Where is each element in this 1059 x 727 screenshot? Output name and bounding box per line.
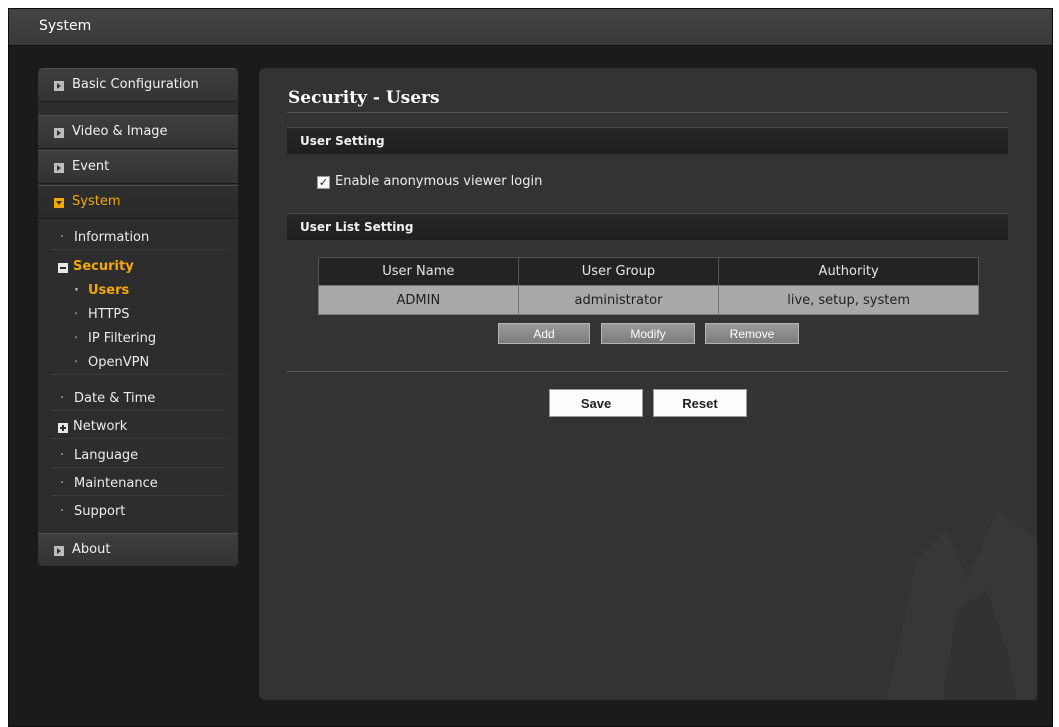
submenu-item-label: Date & Time [74, 391, 156, 406]
brand-watermark-icon [887, 510, 1037, 700]
column-header-authority: Authority [718, 257, 979, 286]
expand-arrow-icon [54, 546, 64, 556]
reset-button[interactable]: Reset [653, 389, 747, 417]
modify-button[interactable]: Modify [601, 323, 695, 344]
submenu-item-label: Maintenance [74, 476, 158, 491]
table-row[interactable]: ADMIN administrator live, setup, system [318, 285, 979, 315]
divider [287, 112, 1008, 113]
main-panel: Security - Users User Setting ✓ Enable an… [259, 68, 1037, 700]
section-header-user-setting: User Setting [287, 127, 1008, 154]
expand-arrow-icon [54, 163, 64, 173]
submenu-item-date-time[interactable]: · Date & Time [52, 387, 228, 411]
user-list-table: User Name User Group Authority ADMIN adm… [318, 257, 979, 315]
submenu-item-ip-filtering[interactable]: · IP Filtering [52, 327, 228, 351]
column-header-user-name: User Name [318, 257, 519, 286]
anonymous-login-label: Enable anonymous viewer login [335, 174, 543, 189]
expand-plus-icon [58, 423, 68, 433]
sidebar: Basic Configuration Video & Image Event … [38, 68, 238, 567]
bullet-icon: · [60, 230, 65, 245]
submenu-item-label: Network [73, 419, 128, 434]
submenu-item-label: OpenVPN [88, 355, 150, 370]
submenu-item-label: Users [88, 283, 130, 298]
collapse-arrow-icon [54, 198, 64, 208]
sidebar-item-label: Video & Image [72, 124, 168, 139]
submenu-item-security[interactable]: Security [52, 255, 228, 279]
bullet-icon: · [60, 476, 65, 491]
bullet-icon: · [60, 391, 65, 406]
submenu-item-label: Support [74, 504, 126, 519]
remove-button[interactable]: Remove [705, 323, 799, 344]
submenu-item-network[interactable]: Network [52, 415, 228, 439]
submenu-item-label: IP Filtering [88, 331, 157, 346]
sidebar-item-label: About [72, 542, 111, 557]
sidebar-item-label: Event [72, 159, 110, 174]
submenu-item-label: Information [74, 230, 150, 245]
section-header-label: User List Setting [300, 220, 414, 234]
window-title: System [39, 18, 92, 34]
submenu-item-language[interactable]: · Language [52, 444, 228, 468]
column-header-user-group: User Group [517, 257, 720, 286]
submenu-item-information[interactable]: · Information [52, 226, 228, 250]
bullet-icon: · [74, 355, 79, 370]
sidebar-item-video-image[interactable]: Video & Image [38, 115, 238, 149]
submenu-item-openvpn[interactable]: · OpenVPN [52, 351, 228, 375]
top-bar: System [9, 9, 1052, 46]
add-button[interactable]: Add [498, 323, 590, 344]
collapse-minus-icon [58, 263, 68, 273]
sidebar-item-about[interactable]: About [38, 533, 238, 567]
app-window: System Basic Configuration Video & Image… [8, 8, 1053, 727]
sidebar-item-label: Basic Configuration [72, 77, 199, 92]
expand-arrow-icon [54, 128, 64, 138]
submenu-item-label: Language [74, 448, 139, 463]
submenu-item-users[interactable]: · Users [52, 279, 228, 303]
save-button[interactable]: Save [549, 389, 643, 417]
page-title: Security - Users [288, 88, 440, 108]
cell-user-name: ADMIN [318, 285, 519, 315]
cell-user-group: administrator [517, 285, 720, 315]
submenu-item-support[interactable]: · Support [52, 500, 228, 524]
expand-arrow-icon [54, 81, 64, 91]
bullet-icon: · [74, 307, 79, 322]
table-header-row: User Name User Group Authority [318, 257, 979, 286]
bullet-icon: · [60, 504, 65, 519]
divider [287, 371, 1008, 372]
bullet-icon: · [60, 448, 65, 463]
sidebar-item-basic-configuration[interactable]: Basic Configuration [38, 68, 238, 102]
bullet-icon: · [74, 331, 79, 346]
bullet-icon: · [74, 283, 79, 298]
submenu-item-label: Security [73, 259, 134, 274]
sidebar-item-label: System [72, 194, 121, 209]
submenu-item-label: HTTPS [88, 307, 130, 322]
section-header-label: User Setting [300, 134, 385, 148]
anonymous-login-option[interactable]: ✓ Enable anonymous viewer login [317, 174, 542, 189]
anonymous-login-checkbox[interactable]: ✓ [317, 176, 330, 189]
cell-authority: live, setup, system [718, 285, 979, 315]
sidebar-item-event[interactable]: Event [38, 150, 238, 184]
sidebar-item-system[interactable]: System [38, 185, 238, 219]
section-header-user-list-setting: User List Setting [287, 213, 1008, 240]
submenu-item-https[interactable]: · HTTPS [52, 303, 228, 327]
submenu-item-maintenance[interactable]: · Maintenance [52, 472, 228, 496]
